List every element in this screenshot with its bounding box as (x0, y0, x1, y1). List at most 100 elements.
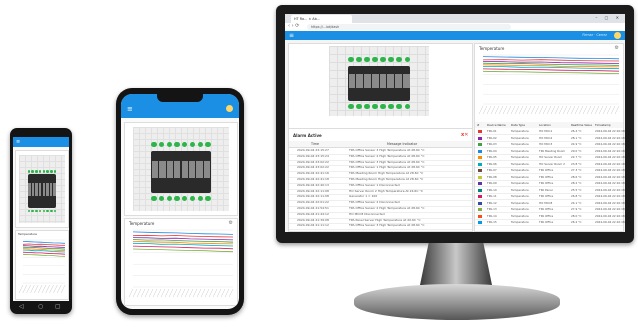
terminal-slot (356, 74, 363, 89)
temperature-row[interactable]: TPA-14 Temperature TPA Office 28.0 °C 2024-0… (475, 213, 625, 220)
small-phone-screen: ≡ Temperature (13, 137, 69, 301)
temperature-chart (128, 229, 234, 298)
x-tick-mark (184, 288, 190, 298)
cell-type: Temperature (511, 207, 529, 211)
cell-time: 2024-09-04 22:10:18 (595, 174, 625, 179)
terminal-slot (166, 161, 174, 178)
cell-location: HO MCC8 (539, 200, 553, 205)
x-tick-mark (208, 288, 214, 298)
menu-icon[interactable]: ≡ (289, 31, 294, 40)
x-tick-mark (41, 284, 47, 294)
terminal-slot (348, 74, 356, 89)
status-led (404, 103, 410, 110)
x-tick-mark (45, 284, 50, 294)
alarm-panel-title: Alarm Active (293, 133, 322, 138)
x-tick-mark (486, 105, 492, 115)
cell-value: 26.4 °C (571, 129, 582, 133)
cell-location: TPA Office (539, 220, 554, 224)
menu-icon[interactable]: ≡ (16, 138, 20, 146)
series-line-1 (132, 231, 234, 235)
terminal-slot (379, 74, 387, 89)
home-icon[interactable]: ○ (38, 303, 43, 311)
device-color-chip (478, 162, 482, 166)
settings-icon[interactable]: ⚙ (615, 45, 619, 51)
status-led (205, 142, 211, 148)
temperature-row[interactable]: TPA-13 Temperature TPA Office 27.9 °C 2024-0… (475, 207, 625, 214)
status-led (35, 169, 38, 173)
alarm-time: 2024-09-04 21:11:12 (297, 223, 329, 228)
terminal-slot (49, 182, 53, 197)
device-color-chip (478, 208, 482, 212)
clear-alarms-icon[interactable]: ⅹ✕ (461, 132, 468, 138)
phone-notch (157, 94, 203, 102)
avatar[interactable] (226, 105, 233, 112)
cell-location: TPA Office (539, 194, 554, 198)
avatar[interactable] (614, 32, 621, 39)
recents-icon[interactable]: ▢ (55, 303, 61, 311)
app-header-text[interactable]: Firmar · Cerrar (582, 32, 607, 39)
temperature-row[interactable]: TPA-12 Temperature HO MCC8 24.1 °C 2024-09-0… (475, 200, 625, 207)
temperature-row[interactable]: TPA-02 Temperature HO MCC2 28.1 °C 2024-09-0… (475, 136, 625, 142)
cell-value: 24.1 °C (571, 200, 582, 205)
x-tick-mark (160, 288, 166, 298)
cell-name: TPA-09 (487, 181, 497, 185)
cell-location: TPA Office (539, 168, 554, 172)
cell-time: 2024-09-04 22:10:18 (595, 148, 625, 153)
series-line-8 (482, 70, 620, 74)
temperature-row[interactable]: TPA-01 Temperature HO MCC1 26.4 °C 2024-09-0… (475, 129, 625, 136)
temperature-row[interactable]: TPA-10 Temperature TPA Panel 25.5 °C 2024-09… (475, 187, 625, 194)
device-color-chip (478, 156, 482, 160)
cell-name: TPA-11 (487, 194, 497, 198)
status-led (38, 169, 42, 173)
window-controls[interactable]: – ▢ ✕ (595, 15, 622, 20)
cell-value: 28.6 °C (571, 174, 582, 179)
temperature-row[interactable]: TPA-05 Temperature HO Server Room 22.7 °C 20… (475, 155, 625, 162)
cell-value: 27.9 °C (571, 207, 582, 211)
small-phone: ≡ Temperature ◁ ○ ▢ (10, 128, 72, 314)
status-led (182, 142, 188, 148)
device-color-chip (478, 214, 482, 218)
temperature-row[interactable]: TPA-07 Temperature TPA Office 27.3 °C 2024-0… (475, 168, 625, 175)
series-line-8 (22, 253, 66, 257)
x-tick-mark (156, 288, 162, 298)
temperature-row[interactable]: TPA-09 Temperature TPA Office 28.2 °C 2024-0… (475, 181, 625, 188)
x-tick-mark (128, 288, 134, 298)
terminal-slot (159, 161, 166, 178)
temperature-row[interactable]: TPA-03 Temperature HO MCC3 24.9 °C 2024-09-0… (475, 142, 625, 149)
device-color-chip (478, 143, 482, 147)
address-bar[interactable]: https://...iot/dash (307, 24, 511, 30)
temperature-row[interactable]: TPA-04 Temperature TPA Meeting Room 29.0 °C… (475, 148, 625, 155)
terminal-slot (174, 161, 181, 178)
x-tick-mark (176, 288, 182, 298)
terminal-slot (181, 161, 188, 178)
temperature-row[interactable]: TPA-15 Temperature TPA Office 26.2 °C 2024-0… (475, 220, 625, 227)
cell-type: Temperature (511, 174, 529, 179)
terminal-slot (151, 161, 159, 178)
temperature-title: Temperature (129, 221, 155, 226)
cell-name: TPA-06 (487, 161, 497, 166)
cell-time: 2024-09-04 22:10:18 (595, 220, 625, 224)
x-tick-mark (562, 105, 568, 115)
x-tick-mark (152, 288, 158, 298)
temperature-row[interactable]: TPA-08 Temperature TPA Office 28.6 °C 2024-0… (475, 174, 625, 181)
cell-name: TPA-07 (487, 168, 497, 172)
cell-time: 2024-09-04 22:10:18 (595, 181, 625, 185)
back-icon[interactable]: ◁ (19, 303, 24, 311)
x-tick-mark (164, 288, 170, 298)
temperature-row[interactable]: TPA-06 Temperature HO Server Room 2 23.8 °C… (475, 161, 625, 168)
settings-icon[interactable]: ⚙ (229, 220, 233, 226)
x-tick-mark (53, 284, 58, 294)
cell-location: TPA Panel (539, 187, 553, 192)
temperature-card: Temperature (15, 230, 69, 300)
cell-name: TPA-14 (487, 213, 497, 218)
browser-tab[interactable]: HT Ra... × Ab... (291, 15, 352, 23)
series-line-3 (482, 61, 620, 64)
x-tick-mark (514, 105, 520, 115)
alarm-row[interactable]: 2024-09-04 21:11:12 TPA Office Sensor 3 H… (289, 223, 472, 231)
back-forward-icon[interactable]: ‹ › ⟳ (288, 23, 299, 29)
menu-icon[interactable]: ≡ (127, 105, 133, 113)
cell-location: TPA Meeting Room (539, 148, 566, 153)
large-phone-screen: ≡ Temperature ⚙ (121, 94, 239, 309)
column-header: # (477, 123, 480, 127)
temperature-row[interactable]: TPA-11 Temperature TPA Office 26.8 °C 2024-0… (475, 194, 625, 201)
